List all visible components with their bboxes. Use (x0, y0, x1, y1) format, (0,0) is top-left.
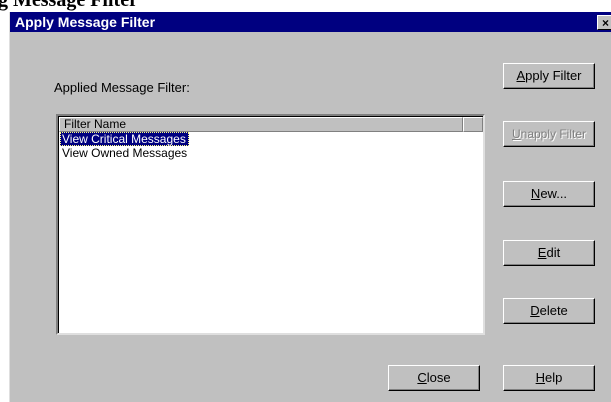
help-mnemonic: H (535, 370, 546, 385)
unapply-filter-mnemonic: U (511, 127, 521, 141)
column-header-filter-name[interactable]: Filter Name (59, 117, 463, 132)
help-button[interactable]: Help (503, 365, 595, 391)
apply-message-filter-dialog: Apply Message Filter × Applied Message F… (9, 12, 611, 402)
edit-label: dit (546, 245, 561, 260)
new-button[interactable]: New... (503, 181, 595, 207)
close-mnemonic: C (417, 370, 427, 385)
close-button[interactable]: Close (388, 365, 480, 391)
edit-button[interactable]: Edit (503, 240, 595, 266)
filter-listbox[interactable]: Filter Name View Critical Messages View … (56, 114, 485, 335)
column-header-filler (463, 117, 483, 132)
title-bar[interactable]: Apply Message Filter × (10, 12, 611, 32)
delete-mnemonic: D (530, 303, 540, 318)
unapply-filter-label: napply Filter (520, 127, 587, 141)
new-mnemonic: N (530, 186, 541, 201)
apply-filter-mnemonic: A (516, 68, 526, 83)
list-item[interactable]: View Owned Messages (60, 146, 190, 160)
delete-label: elete (539, 303, 568, 318)
delete-button[interactable]: Delete (503, 298, 595, 324)
new-label: ew... (540, 186, 568, 201)
help-label: elp (545, 370, 563, 385)
close-label: lose (426, 370, 451, 385)
list-item[interactable]: View Critical Messages (60, 132, 189, 146)
close-window-button[interactable]: × (597, 15, 611, 30)
caption-fragment: g Message Filter (0, 0, 611, 12)
caption-fragment-text: g Message Filter (0, 0, 138, 11)
apply-filter-label: pply Filter (525, 68, 582, 83)
apply-filter-button[interactable]: Apply Filter (503, 63, 595, 89)
window-title: Apply Message Filter (15, 14, 156, 30)
applied-filter-label: Applied Message Filter: (54, 80, 190, 95)
close-icon: × (602, 16, 610, 30)
unapply-filter-button[interactable]: Unapply Filter (503, 121, 595, 147)
